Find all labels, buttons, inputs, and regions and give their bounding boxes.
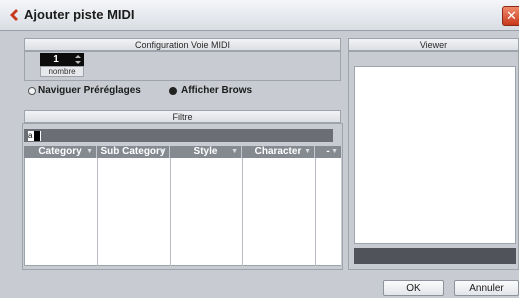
sort-arrow-icon: ▼ bbox=[304, 148, 311, 155]
show-browser-radio[interactable] bbox=[169, 87, 177, 95]
column-character[interactable]: Character ▼ bbox=[242, 146, 315, 158]
column-extra[interactable]: - ▼ bbox=[315, 146, 341, 158]
track-count-field[interactable]: 1 bbox=[40, 53, 72, 66]
cancel-button[interactable]: Annuler bbox=[454, 280, 519, 296]
viewer-header: Viewer bbox=[348, 38, 519, 51]
column-category[interactable]: Category ▼ bbox=[24, 146, 97, 158]
window-title: Ajouter piste MIDI bbox=[24, 7, 135, 22]
column-sub-category-label: Sub Category bbox=[100, 146, 166, 157]
column-divider bbox=[315, 158, 316, 266]
preset-list[interactable] bbox=[24, 158, 341, 266]
column-style-label: Style bbox=[193, 146, 218, 157]
column-style[interactable]: Style ▼ bbox=[170, 146, 242, 158]
close-button[interactable]: ✕ bbox=[502, 6, 519, 26]
track-count-spinner[interactable] bbox=[72, 53, 84, 66]
show-browser-label[interactable]: Afficher Brows bbox=[181, 85, 252, 96]
cubase-logo-icon bbox=[10, 9, 18, 21]
browse-presets-label[interactable]: Naviguer Préréglages bbox=[38, 85, 141, 96]
column-sub-category[interactable]: Sub Category ▼ bbox=[97, 146, 170, 158]
spinner-arrows-icon bbox=[75, 55, 81, 64]
column-divider bbox=[97, 158, 98, 266]
sort-arrow-icon: ▼ bbox=[86, 148, 93, 155]
column-category-label: Category bbox=[38, 146, 82, 157]
text-cursor bbox=[34, 131, 40, 141]
viewer-area bbox=[354, 66, 516, 244]
filter-header: Filtre bbox=[24, 110, 341, 123]
viewer-status-bar bbox=[354, 248, 516, 264]
column-character-label: Character bbox=[254, 146, 302, 157]
sort-arrow-icon: ▼ bbox=[331, 148, 338, 155]
ok-button[interactable]: OK bbox=[383, 280, 444, 296]
sort-arrow-icon: ▼ bbox=[159, 148, 166, 155]
column-divider bbox=[242, 158, 243, 266]
column-extra-label: - bbox=[326, 146, 330, 157]
midi-config-header: Configuration Voie MIDI bbox=[24, 38, 341, 51]
title-bar: Ajouter piste MIDI ✕ bbox=[0, 0, 519, 31]
filter-search-bar[interactable] bbox=[24, 129, 333, 142]
browse-presets-radio[interactable] bbox=[28, 87, 36, 95]
track-count-label: nombre bbox=[40, 66, 84, 77]
column-divider bbox=[170, 158, 171, 266]
sort-arrow-icon: ▼ bbox=[231, 148, 238, 155]
close-icon: ✕ bbox=[506, 8, 517, 23]
